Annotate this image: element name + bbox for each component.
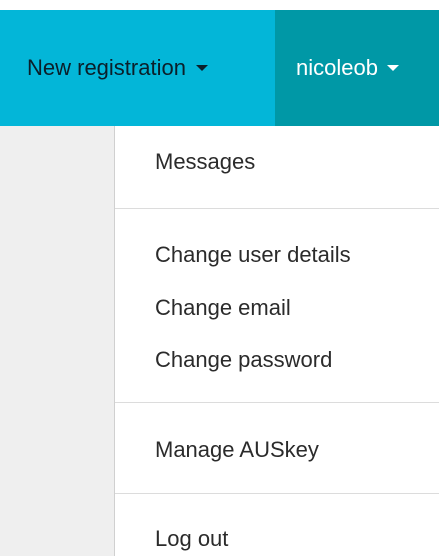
username-label: nicoleob xyxy=(296,55,378,80)
new-registration-label: New registration xyxy=(27,55,186,80)
menu-divider xyxy=(115,402,439,403)
user-dropdown-menu: Messages Change user details Change emai… xyxy=(114,126,439,556)
menu-divider xyxy=(115,493,439,494)
user-account-dropdown[interactable]: nicoleob xyxy=(275,10,439,126)
menu-item-change-email[interactable]: Change email xyxy=(155,295,291,321)
caret-down-icon xyxy=(386,65,399,71)
menu-item-change-password[interactable]: Change password xyxy=(155,347,332,373)
menu-divider xyxy=(115,208,439,209)
menu-item-messages[interactable]: Messages xyxy=(155,149,255,175)
page-background xyxy=(0,126,114,556)
top-navbar: New registration nicoleob xyxy=(0,10,439,126)
caret-down-icon xyxy=(195,65,208,71)
new-registration-dropdown[interactable]: New registration xyxy=(0,10,275,126)
menu-item-change-user-details[interactable]: Change user details xyxy=(155,242,351,268)
top-strip xyxy=(0,0,439,10)
menu-item-manage-auskey[interactable]: Manage AUSkey xyxy=(155,437,319,463)
menu-item-log-out[interactable]: Log out xyxy=(155,526,228,552)
